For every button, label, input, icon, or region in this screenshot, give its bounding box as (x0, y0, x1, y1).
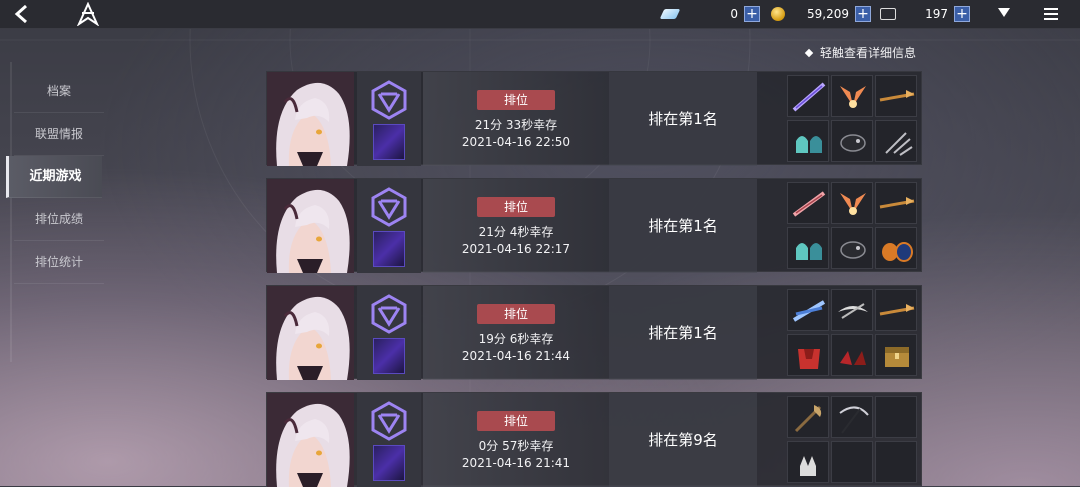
character-portrait (267, 393, 354, 487)
character-portrait-image (267, 72, 354, 166)
rank-label: 排在第1名 (609, 286, 757, 380)
tier-emblem-icon (371, 80, 407, 120)
item-grid (787, 396, 917, 484)
dark-claw-icon[interactable] (875, 120, 917, 162)
dark-gauntlet-icon[interactable] (831, 120, 873, 162)
gold-staff-icon[interactable] (875, 182, 917, 224)
game-logo-icon (77, 2, 99, 26)
pink-blade-icon[interactable] (787, 182, 829, 224)
item-grid (787, 182, 917, 270)
emblem-column (357, 179, 421, 273)
gold-currency: 59,209 + (771, 5, 871, 23)
brown-axe-icon[interactable] (787, 396, 829, 438)
match-type-badge: 排位 (477, 304, 555, 324)
orange-wings-icon[interactable] (831, 182, 873, 224)
ticket-icon (880, 8, 896, 20)
emblem-column (357, 393, 421, 487)
sidebar-item-ranked-stats[interactable]: 排位统计 (14, 241, 104, 284)
match-date: 2021-04-16 21:41 (461, 456, 571, 470)
dropdown-arrow-icon[interactable] (998, 8, 1010, 17)
purple-blade-icon[interactable] (787, 75, 829, 117)
survival-time: 19分 6秒幸存 (478, 332, 554, 346)
treasure-box-icon[interactable] (875, 334, 917, 376)
empty-item-slot (831, 441, 873, 483)
tier-emblem-icon (371, 294, 407, 334)
match-info: 排位 21分 33秒幸存 2021-04-16 22:50 (423, 72, 609, 166)
item-grid (787, 75, 917, 163)
sidebar-item-profile[interactable]: 档案 (14, 70, 104, 113)
ticket-currency: 197 + (880, 5, 970, 23)
menu-icon[interactable] (1044, 8, 1058, 20)
character-portrait (267, 72, 354, 166)
sidebar-item-recent-games[interactable]: 近期游戏 (6, 156, 102, 198)
match-info: 排位 21分 4秒幸存 2021-04-16 22:17 (423, 179, 609, 273)
empty-item-slot (875, 441, 917, 483)
survival-time: 0分 57秒幸存 (478, 439, 554, 453)
teal-armor-icon[interactable] (787, 227, 829, 269)
character-portrait-image (267, 286, 354, 380)
gem-count: 0 (730, 7, 738, 21)
sidebar-divider (10, 62, 12, 362)
ticket-count: 197 (925, 7, 948, 21)
tier-emblem-icon (371, 187, 407, 227)
rank-label: 排在第1名 (609, 72, 757, 166)
gold-staff-icon[interactable] (875, 289, 917, 331)
add-tickets-button[interactable]: + (954, 6, 970, 22)
top-bar: 0 + 59,209 + 197 + (0, 0, 1080, 29)
red-armor-icon[interactable] (787, 334, 829, 376)
match-date: 2021-04-16 21:44 (461, 349, 571, 363)
character-portrait-image (267, 179, 354, 273)
match-row[interactable]: 排位 21分 33秒幸存 2021-04-16 22:50 排在第1名 (266, 71, 922, 166)
character-portrait-image (267, 393, 354, 487)
sidebar-item-alliance-info[interactable]: 联盟情报 (14, 113, 104, 156)
diamond-bullet-icon (804, 48, 814, 57)
survival-time: 21分 4秒幸存 (478, 225, 554, 239)
match-info: 排位 19分 6秒幸存 2021-04-16 21:44 (423, 286, 609, 380)
emblem-column (357, 72, 421, 166)
blue-blade-icon[interactable] (787, 289, 829, 331)
teal-armor-icon[interactable] (787, 120, 829, 162)
orange-boots-icon[interactable] (875, 227, 917, 269)
match-row[interactable]: 排位 0分 57秒幸存 2021-04-16 21:41 排在第9名 (266, 392, 922, 487)
orange-wings-icon[interactable] (831, 75, 873, 117)
back-arrow-icon[interactable] (10, 3, 34, 25)
sidebar: 档案 联盟情报 近期游戏 排位成绩 排位统计 (6, 70, 104, 284)
match-type-badge: 排位 (477, 411, 555, 431)
dark-scythe-icon[interactable] (831, 396, 873, 438)
dark-gauntlet-icon[interactable] (831, 227, 873, 269)
rank-label: 排在第9名 (609, 393, 757, 487)
hint-text: 轻触查看详细信息 (820, 46, 917, 60)
match-type-badge: 排位 (477, 90, 555, 110)
gem-currency: 0 + (659, 5, 760, 23)
character-portrait (267, 286, 354, 380)
match-date: 2021-04-16 22:17 (461, 242, 571, 256)
match-row[interactable]: 排位 19分 6秒幸存 2021-04-16 21:44 排在第1名 (266, 285, 922, 380)
weapon-type-icon (373, 445, 405, 481)
tier-emblem-icon (371, 401, 407, 441)
gold-coin-icon (771, 7, 785, 21)
match-type-badge: 排位 (477, 197, 555, 217)
weapon-type-icon (373, 338, 405, 374)
silver-glove-icon[interactable] (787, 441, 829, 483)
tap-hint: 轻触查看详细信息 (804, 44, 917, 61)
gold-count: 59,209 (807, 7, 849, 21)
add-gems-button[interactable]: + (744, 6, 760, 22)
gold-staff-icon[interactable] (875, 75, 917, 117)
gem-icon (659, 9, 681, 19)
match-row[interactable]: 排位 21分 4秒幸存 2021-04-16 22:17 排在第1名 (266, 178, 922, 273)
sidebar-item-ranked-results[interactable]: 排位成绩 (14, 198, 104, 241)
match-info: 排位 0分 57秒幸存 2021-04-16 21:41 (423, 393, 609, 487)
rank-label: 排在第1名 (609, 179, 757, 273)
add-gold-button[interactable]: + (855, 6, 871, 22)
empty-item-slot (875, 396, 917, 438)
match-date: 2021-04-16 22:50 (461, 135, 571, 149)
item-grid (787, 289, 917, 377)
weapon-type-icon (373, 231, 405, 267)
weapon-type-icon (373, 124, 405, 160)
survival-time: 21分 33秒幸存 (474, 118, 558, 132)
red-boots-icon[interactable] (831, 334, 873, 376)
emblem-column (357, 286, 421, 380)
silver-wings-icon[interactable] (831, 289, 873, 331)
character-portrait (267, 179, 354, 273)
